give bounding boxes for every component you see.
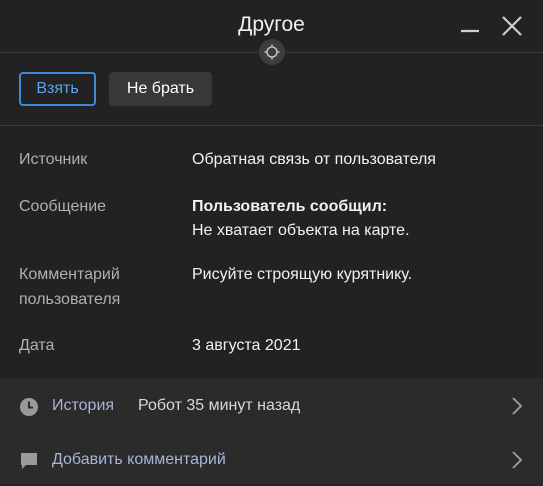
comment-icon: [21, 453, 37, 469]
minimize-icon: [461, 29, 479, 33]
skip-button[interactable]: Не брать: [109, 72, 212, 106]
locate-button[interactable]: [259, 39, 285, 65]
close-icon: [502, 16, 522, 36]
message-value: Не хватает объекта на карте.: [192, 222, 410, 239]
history-label: История: [52, 397, 115, 414]
chevron-right-icon: [512, 451, 523, 469]
source-value: Обратная связь от пользователя: [192, 151, 436, 168]
user-comment-label-line2: пользователя: [19, 291, 121, 308]
user-comment-label-line1: Комментарий: [19, 266, 120, 283]
crosshair-icon: [264, 44, 280, 60]
minimize-button[interactable]: [456, 12, 484, 40]
date-value: 3 августа 2021: [192, 337, 301, 354]
panel-footer: История Робот 35 минут назад Добавить ко…: [0, 378, 543, 485]
history-row[interactable]: История Робот 35 минут назад: [0, 378, 543, 432]
date-label: Дата: [19, 337, 55, 354]
message-label: Сообщение: [19, 198, 107, 215]
add-comment-row[interactable]: Добавить комментарий: [0, 432, 543, 486]
take-button[interactable]: Взять: [19, 72, 96, 106]
history-meta: Робот 35 минут назад: [138, 397, 301, 414]
message-title: Пользователь сообщил:: [192, 198, 388, 215]
chevron-right-icon: [512, 397, 523, 415]
task-panel: Другое Взять Не брать Источник Обратная …: [0, 0, 543, 485]
clock-icon: [20, 398, 38, 416]
source-label: Источник: [19, 151, 88, 168]
add-comment-label: Добавить комментарий: [52, 451, 226, 468]
user-comment-value: Рисуйте строящую курятнику.: [192, 266, 413, 283]
divider: [0, 125, 543, 126]
close-button[interactable]: [498, 12, 526, 40]
